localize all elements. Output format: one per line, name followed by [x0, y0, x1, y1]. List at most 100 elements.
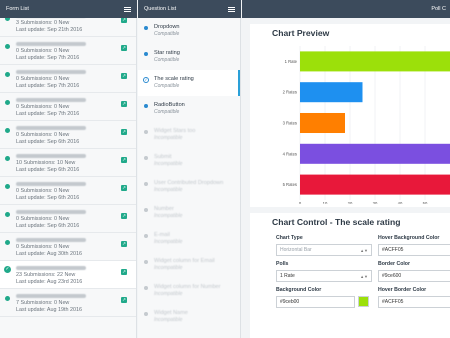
status-dot-icon [5, 128, 10, 133]
edit-icon[interactable]: ↗ [121, 45, 127, 51]
status-dot-icon [5, 18, 10, 21]
bar[interactable] [300, 143, 450, 164]
form-last-update: Last update: Sep 7th 2016 [16, 83, 80, 89]
form-list-item[interactable]: 0 Submissions: 0 New Last update: Sep 7th… [0, 93, 136, 121]
form-name-redacted [16, 154, 86, 158]
question-name: Dropdown [154, 24, 180, 30]
edit-icon[interactable]: ↗ [121, 213, 127, 219]
edit-icon[interactable]: ↗ [121, 241, 127, 247]
chart-control-title: Chart Control - The scale rating [272, 217, 401, 227]
form-list-header: Form List [0, 0, 137, 18]
form-list-item[interactable]: 0 Submissions: 0 New Last update: Sep 6th… [0, 177, 136, 205]
form-last-update: Last update: Sep 6th 2016 [16, 195, 80, 201]
status-dot-icon [144, 130, 148, 134]
form-name-redacted [16, 210, 86, 214]
edit-icon[interactable]: ↗ [121, 185, 127, 191]
form-last-update: Last update: Sep 21th 2016 [16, 27, 83, 33]
hover-border-color-input[interactable]: #ACFF05 [378, 296, 450, 308]
y-tick-label: 4 Rates [283, 151, 297, 156]
form-name-redacted [16, 182, 86, 186]
form-list: 3 Submissions: 0 New Last update: Sep 21t… [0, 18, 137, 338]
bar[interactable] [300, 112, 345, 134]
hover-background-color-value: #ACFF05 [382, 247, 404, 253]
form-list-item[interactable]: 10 Submissions: 10 New Last update: Sep 6… [0, 149, 136, 177]
border-color-input[interactable]: #9ce600 [378, 270, 450, 282]
edit-icon[interactable]: ↗ [121, 18, 127, 23]
form-list-item[interactable]: 0 Submissions: 0 New Last update: Aug 30t… [0, 233, 136, 261]
form-list-item[interactable]: 0 Submissions: 0 New Last update: Sep 7th… [0, 37, 136, 65]
edit-icon[interactable]: ↗ [121, 269, 127, 275]
form-list-item[interactable]: ✓ 23 Submissions: 22 New Last update: Aug … [0, 261, 136, 289]
question-list-item[interactable]: Star rating Compatible [138, 44, 240, 70]
main-panel: Chart Preview 0 10 20 30 40 50 1 Rate 2 Rates 3 … [242, 18, 450, 338]
question-list-item: Number Incompatible [138, 200, 240, 226]
form-submissions: 23 Submissions: 22 New [16, 272, 76, 278]
question-list-item[interactable]: RadioButton Compatible [138, 96, 240, 122]
x-tick-label: 0 [299, 201, 302, 204]
x-tick-label: 40 [398, 201, 403, 204]
bar[interactable] [300, 82, 363, 103]
form-list-item[interactable]: 0 Submissions: 0 New Last update: Sep 6th… [0, 205, 136, 233]
form-submissions: 0 Submissions: 0 New [16, 188, 70, 194]
menu-icon[interactable] [124, 6, 131, 12]
edit-icon[interactable]: ↗ [121, 101, 127, 107]
form-submissions: 3 Submissions: 0 New [16, 20, 70, 26]
status-dot-icon [144, 26, 148, 30]
background-color-input[interactable]: #9ceb00 [276, 296, 355, 308]
question-list-item[interactable]: ✓ The scale rating Compatible [138, 70, 240, 96]
form-submissions: 0 Submissions: 0 New [16, 244, 70, 250]
status-dot-icon [5, 44, 10, 49]
form-submissions: 0 Submissions: 0 New [16, 48, 70, 54]
question-list-item[interactable]: Dropdown Compatible [138, 18, 240, 44]
edit-icon[interactable]: ↗ [121, 297, 127, 303]
chart-preview-title: Chart Preview [272, 28, 330, 38]
form-list-item[interactable]: 0 Submissions: 0 New Last update: Sep 6th… [0, 121, 136, 149]
bar[interactable] [300, 51, 450, 72]
polls-label: Polls [276, 261, 289, 267]
form-submissions: 0 Submissions: 0 New [16, 132, 70, 138]
form-name-redacted [16, 126, 86, 130]
status-dot-icon [5, 240, 10, 245]
question-name: Number [154, 206, 174, 212]
status-dot-icon [5, 156, 10, 161]
bar[interactable] [300, 174, 450, 195]
question-name: The scale rating [154, 76, 194, 82]
menu-icon[interactable] [228, 6, 235, 12]
form-last-update: Last update: Aug 19th 2016 [16, 307, 82, 313]
background-color-swatch[interactable] [358, 296, 369, 307]
chevron-down-icon: ▲▼ [360, 247, 368, 253]
status-dot-icon [5, 72, 10, 77]
status-dot-icon [144, 208, 148, 212]
form-last-update: Last update: Aug 23rd 2016 [16, 279, 83, 285]
question-compatibility: Incompatible [154, 317, 183, 323]
question-compatibility: Incompatible [154, 161, 183, 167]
question-name: Submit [154, 154, 172, 160]
check-icon: ✓ [4, 266, 11, 273]
status-dot-icon [144, 260, 148, 264]
form-list-item[interactable]: 3 Submissions: 0 New Last update: Sep 21t… [0, 18, 136, 37]
polls-select[interactable]: 1 Rate ▲▼ [276, 270, 372, 282]
question-list-item: Submit Incompatible [138, 148, 240, 174]
question-compatibility: Incompatible [154, 239, 183, 245]
form-name-redacted [16, 238, 86, 242]
chart-control-card: Chart Control - The scale rating Chart T… [250, 213, 450, 338]
x-tick-label: 20 [348, 201, 353, 204]
question-compatibility: Compatible [154, 31, 180, 37]
hover-border-color-label: Hover Border Color [378, 287, 427, 293]
chart-type-select[interactable]: Horizontal Bar ▲▼ [276, 244, 372, 256]
form-name-redacted [16, 294, 86, 298]
question-list-title: Question List [144, 6, 177, 12]
status-dot-icon [144, 312, 148, 316]
edit-icon[interactable]: ↗ [121, 157, 127, 163]
status-dot-icon [144, 156, 148, 160]
background-color-value: #9ceb00 [280, 299, 300, 305]
edit-icon[interactable]: ↗ [121, 73, 127, 79]
hover-background-color-input[interactable]: #ACFF05 [378, 244, 450, 256]
form-list-item[interactable]: 0 Submissions: 0 New Last update: Sep 7th… [0, 65, 136, 93]
edit-icon[interactable]: ↗ [121, 129, 127, 135]
question-list-item: Widget Name Incompatible [138, 304, 240, 330]
question-list-item: Widget Stars too Incompatible [138, 122, 240, 148]
poll-title: Poll C [431, 6, 446, 12]
border-color-label: Border Color [378, 261, 410, 267]
form-list-item[interactable]: 7 Submissions: 0 New Last update: Aug 19t… [0, 289, 136, 317]
